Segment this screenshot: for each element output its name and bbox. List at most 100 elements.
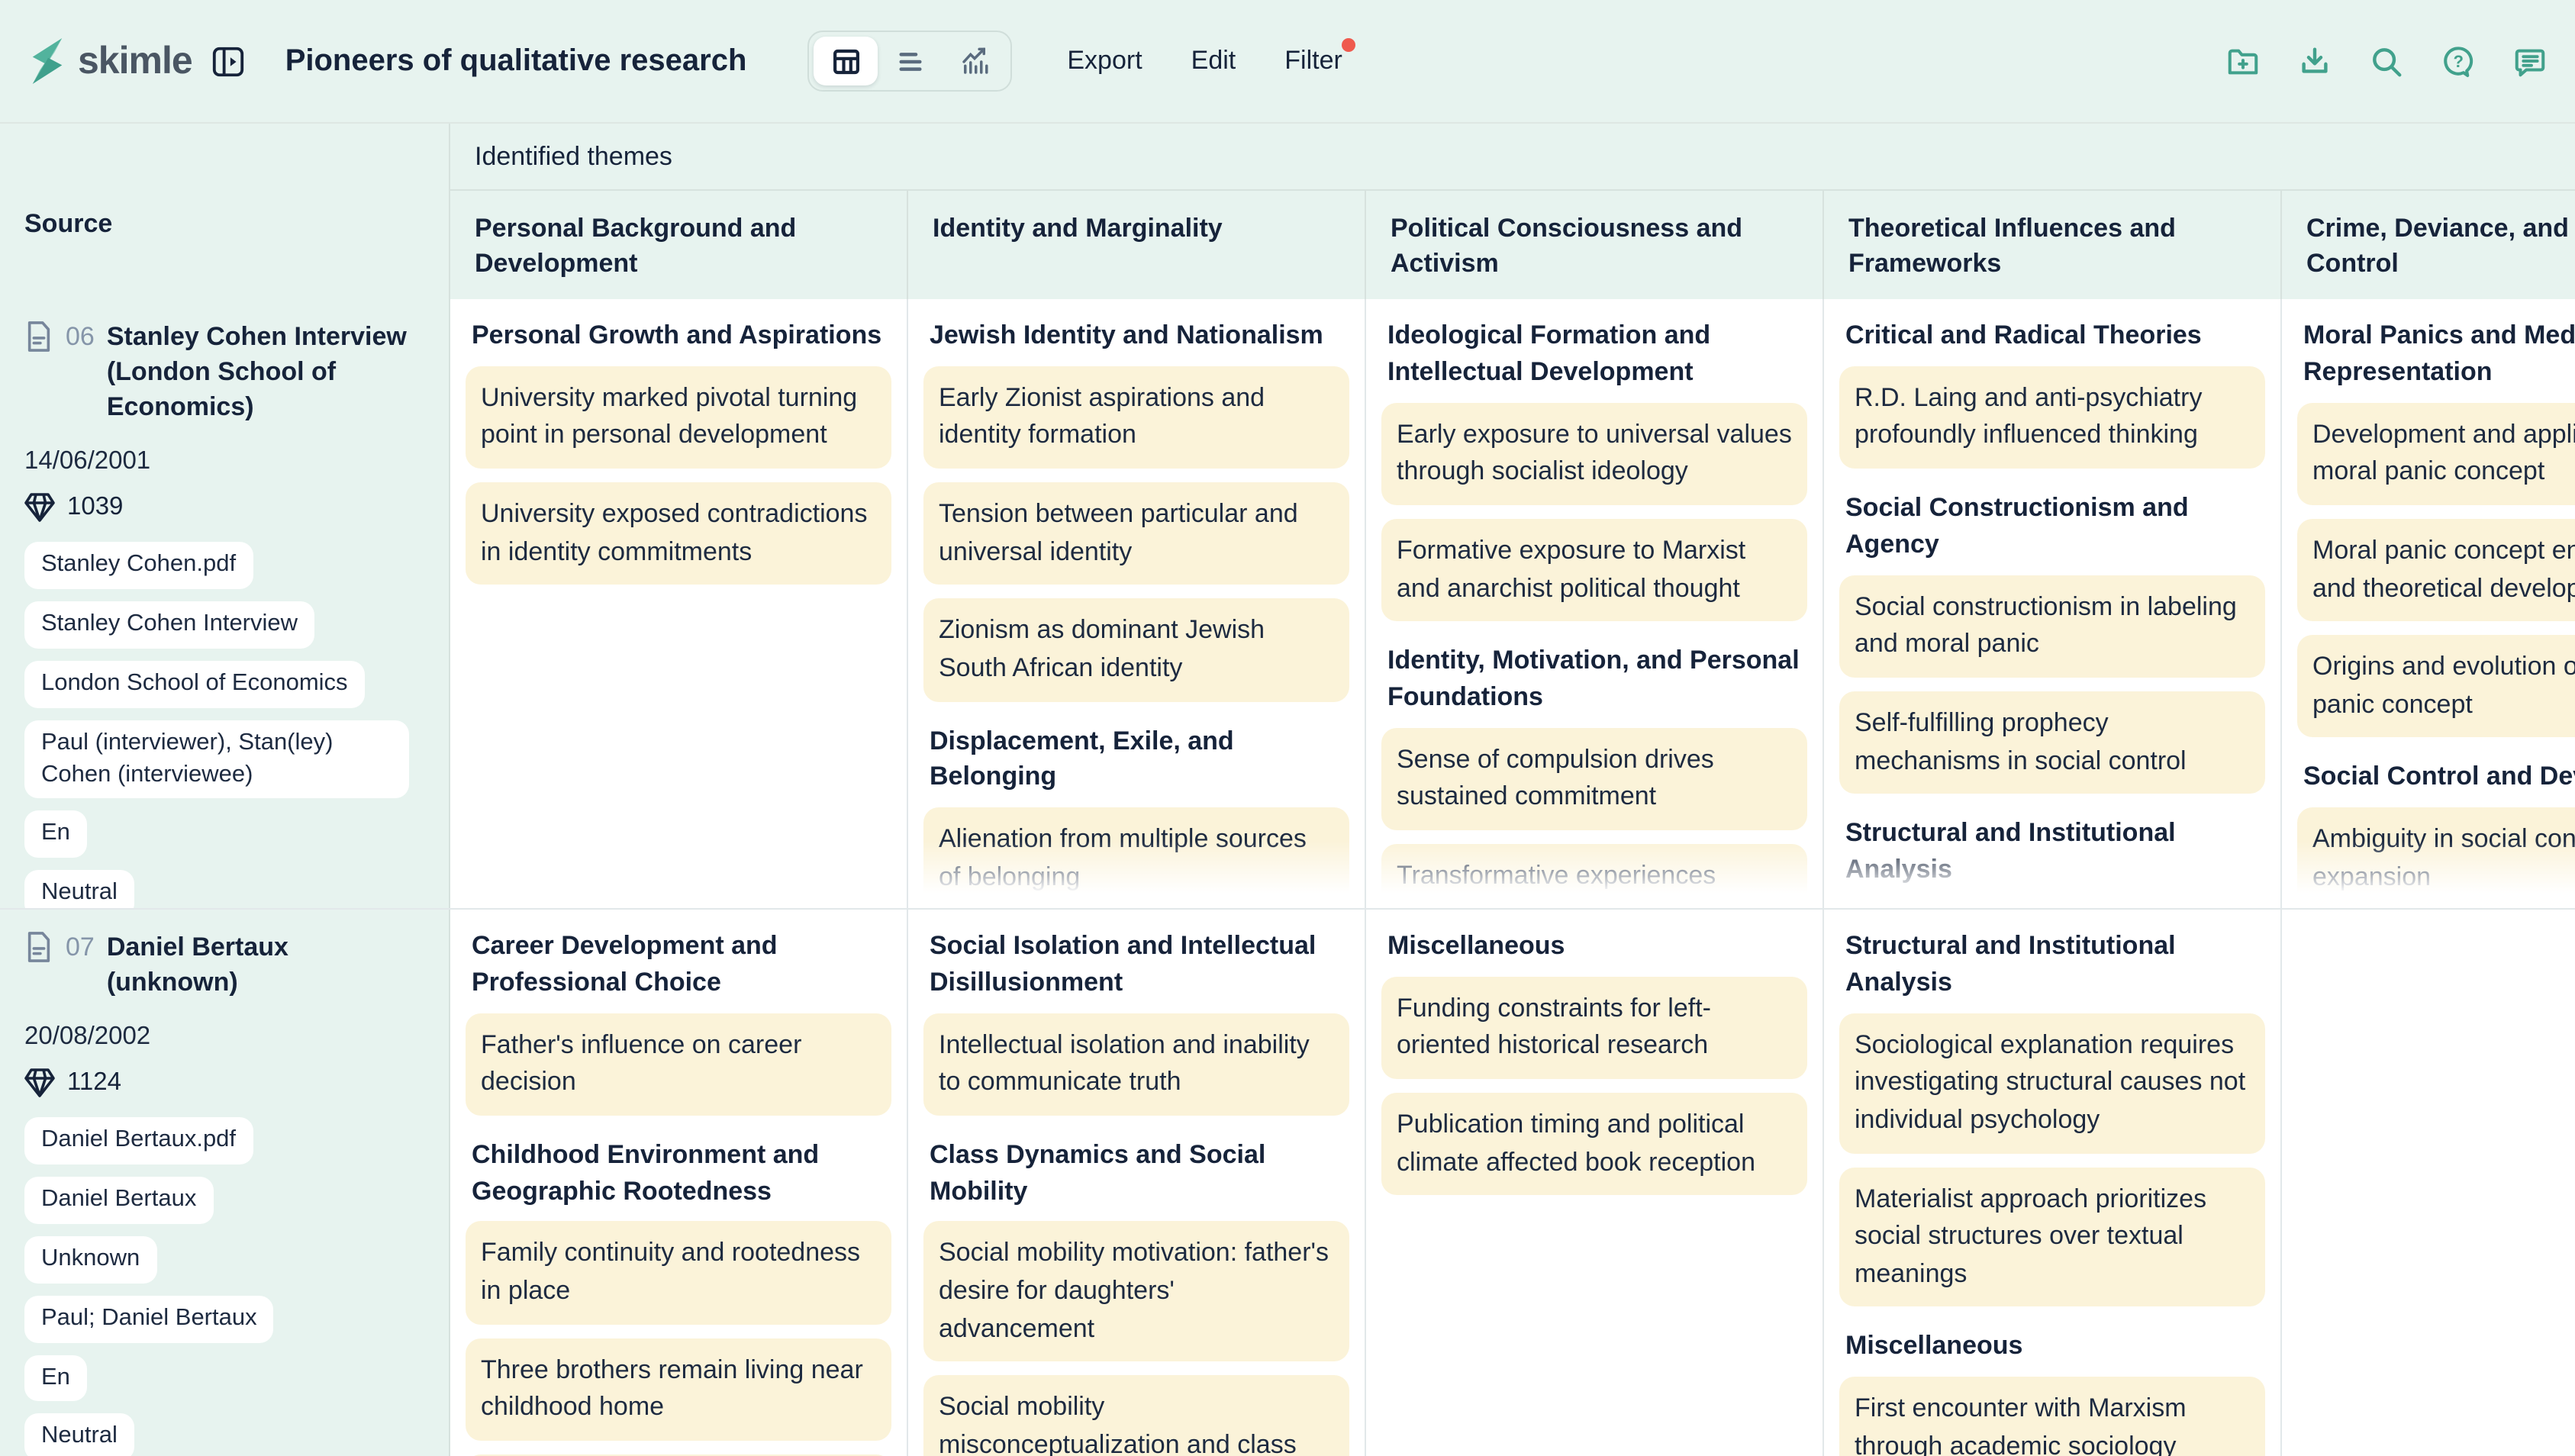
theme-highlight[interactable]: Funding constraints for left-oriented hi… bbox=[1381, 977, 1807, 1080]
filter-badge bbox=[1342, 38, 1356, 52]
chart-view-icon bbox=[958, 45, 990, 77]
themes-table: Source Identified themes Personal Backgr… bbox=[0, 122, 2575, 1456]
theme-highlight[interactable]: Social mobility misconceptualization and… bbox=[923, 1376, 1349, 1456]
theme-heading: Moral Panics and Media Representation bbox=[2303, 317, 2575, 390]
theme-highlight[interactable]: Tension between particular and universal… bbox=[923, 482, 1349, 585]
theme-highlight[interactable]: Social mobility motivation: father's des… bbox=[923, 1222, 1349, 1362]
source-header-cell: Source bbox=[0, 124, 450, 299]
app-logo[interactable]: skimle bbox=[27, 38, 192, 84]
source-tag[interactable]: En bbox=[24, 811, 87, 858]
theme-highlight[interactable]: Self-fulfilling prophecy mechanisms in s… bbox=[1839, 691, 2265, 794]
help-icon[interactable]: ? bbox=[2441, 43, 2476, 79]
theme-highlight[interactable]: Transformative experiences shape lifelon… bbox=[1381, 844, 1807, 908]
theme-cell: Personal Growth and Aspirations Universit… bbox=[450, 299, 908, 908]
theme-highlight[interactable]: Alienation from multiple sources of belo… bbox=[923, 807, 1349, 908]
theme-heading: Personal Growth and Aspirations bbox=[472, 317, 885, 354]
source-tag[interactable]: Paul (interviewer), Stan(ley) Cohen (int… bbox=[24, 720, 409, 799]
column-header: Political Consciousness and Activism bbox=[1366, 191, 1824, 299]
theme-highlight[interactable]: Ambiguity in social control expansion bbox=[2297, 807, 2575, 908]
theme-heading: Structural and Institutional Analysis bbox=[1845, 928, 2259, 1000]
theme-highlight[interactable]: Origins and evolution of moral panic con… bbox=[2297, 635, 2575, 738]
theme-cell bbox=[2282, 910, 2575, 1456]
theme-cell: Jewish Identity and NationalismEarly Zio… bbox=[908, 299, 1366, 908]
table-view-icon bbox=[830, 45, 862, 77]
theme-highlight[interactable]: Publication timing and political climate… bbox=[1381, 1093, 1807, 1196]
top-right-icons: ? bbox=[2225, 43, 2548, 79]
source-cell[interactable]: 07Daniel Bertaux (unknown)20/08/20021124… bbox=[0, 910, 450, 1456]
app-window: skimle Pioneers of qualitative research bbox=[0, 0, 2575, 1456]
gem-icon bbox=[24, 1067, 55, 1099]
theme-cell: MiscellaneousFunding constraints for lef… bbox=[1366, 910, 1824, 1456]
top-bar: skimle Pioneers of qualitative research bbox=[0, 0, 2575, 122]
svg-text:?: ? bbox=[2453, 51, 2463, 70]
table-view-button[interactable] bbox=[814, 37, 878, 85]
theme-highlight[interactable]: Early exposure to universal values throu… bbox=[1381, 402, 1807, 505]
theme-highlight[interactable]: Materialist approach prioritizes social … bbox=[1839, 1167, 2265, 1307]
source-tag[interactable]: Unknown bbox=[24, 1235, 156, 1283]
page-title: Pioneers of qualitative research bbox=[285, 43, 747, 79]
theme-highlight[interactable]: Social constructionism in labeling and m… bbox=[1839, 575, 2265, 678]
skimle-logo-icon bbox=[27, 38, 67, 84]
toolbar-actions: Export Edit Filter bbox=[1067, 46, 1342, 76]
source-cell[interactable]: 06 Stanley Cohen Interview (London School… bbox=[0, 299, 450, 908]
theme-highlight[interactable]: Formative exposure to Marxist and anarch… bbox=[1381, 519, 1807, 622]
source-tag[interactable]: Neutral bbox=[24, 871, 134, 908]
theme-heading: Displacement, Exile, and Belonging bbox=[930, 723, 1343, 795]
theme-highlight[interactable]: University exposed contradictions in ide… bbox=[466, 482, 891, 585]
source-tag[interactable]: Paul; Daniel Bertaux bbox=[24, 1295, 274, 1342]
theme-heading: Structural and Institutional Analysis bbox=[1845, 815, 2259, 887]
source-header-label: Source bbox=[24, 209, 112, 240]
theme-heading: Childhood Environment and Geographic Roo… bbox=[472, 1137, 885, 1210]
add-folder-icon[interactable] bbox=[2225, 43, 2261, 79]
theme-highlight[interactable]: Sense of compulsion drives sustained com… bbox=[1381, 728, 1807, 831]
comments-icon[interactable] bbox=[2512, 43, 2548, 79]
theme-heading: Social Constructionism and Agency bbox=[1845, 490, 2259, 562]
theme-highlight[interactable]: R.D. Laing and anti-psychiatry profoundl… bbox=[1839, 366, 2265, 469]
column-header: Personal Background and Development bbox=[450, 191, 908, 299]
source-tag[interactable]: Daniel Bertaux bbox=[24, 1177, 213, 1224]
source-tag[interactable]: Daniel Bertaux.pdf bbox=[24, 1117, 253, 1164]
theme-highlight[interactable]: Early Zionist aspirations and identity f… bbox=[923, 366, 1349, 469]
column-header: Theoretical Influences and Frameworks bbox=[1824, 191, 2282, 299]
theme-highlight[interactable]: Sociological explanation requires invest… bbox=[1839, 1013, 2265, 1153]
theme-highlight[interactable]: Three brothers remain living near childh… bbox=[466, 1338, 891, 1442]
source-tag[interactable]: Stanley Cohen Interview bbox=[24, 601, 314, 648]
themes-header-group: Identified themes Personal Background an… bbox=[450, 124, 2575, 299]
source-tag[interactable]: Stanley Cohen.pdf bbox=[24, 542, 253, 589]
source-tag[interactable]: Neutral bbox=[24, 1414, 134, 1456]
document-icon bbox=[24, 931, 53, 963]
theme-highlight[interactable]: Father's influence on career decision bbox=[466, 1013, 891, 1116]
list-view-button[interactable] bbox=[878, 37, 942, 85]
source-title: Stanley Cohen Interview (London School o… bbox=[107, 321, 424, 426]
theme-heading: Identity, Motivation, and Personal Found… bbox=[1387, 643, 1801, 715]
download-icon[interactable] bbox=[2297, 43, 2332, 79]
theme-highlight[interactable]: Development and application of moral pan… bbox=[2297, 402, 2575, 505]
theme-highlight[interactable]: Moral panic concept endurance and theore… bbox=[2297, 519, 2575, 622]
theme-highlight[interactable]: University marked pivotal turning point … bbox=[466, 366, 891, 469]
source-tag[interactable]: En bbox=[24, 1355, 87, 1402]
group-header: Identified themes bbox=[450, 124, 2575, 191]
export-button[interactable]: Export bbox=[1067, 46, 1142, 76]
source-number: 06 bbox=[66, 321, 95, 356]
theme-cell: Career Development and Professional Choi… bbox=[450, 910, 908, 1456]
theme-heading: Career Development and Professional Choi… bbox=[472, 928, 885, 1000]
theme-highlight[interactable]: Zionism as dominant Jewish South African… bbox=[923, 599, 1349, 702]
column-header: Crime, Deviance, and Social Control bbox=[2282, 191, 2575, 299]
theme-highlight[interactable]: Intellectual isolation and inability to … bbox=[923, 1013, 1349, 1116]
sidebar-toggle-button[interactable] bbox=[211, 43, 246, 79]
gem-count: 1124 bbox=[24, 1067, 424, 1099]
theme-highlight[interactable]: First encounter with Marxism through aca… bbox=[1839, 1377, 2265, 1456]
theme-cell: Critical and Radical TheoriesR.D. Laing … bbox=[1824, 299, 2282, 908]
search-icon[interactable] bbox=[2369, 43, 2404, 79]
edit-button[interactable]: Edit bbox=[1191, 46, 1236, 76]
filter-button[interactable]: Filter bbox=[1284, 46, 1342, 76]
theme-cell: Ideological Formation and Intellectual D… bbox=[1366, 299, 1824, 908]
theme-highlight[interactable]: Family continuity and rootedness in plac… bbox=[466, 1222, 891, 1325]
theme-heading: Social Isolation and Intellectual Disill… bbox=[930, 928, 1343, 1000]
source-tags: Daniel Bertaux.pdf Daniel Bertaux Unknown P… bbox=[24, 1117, 424, 1456]
table-header: Source Identified themes Personal Backgr… bbox=[0, 124, 2575, 299]
source-tags: Stanley Cohen.pdf Stanley Cohen Interview… bbox=[24, 542, 424, 908]
column-headers: Personal Background and Development Iden… bbox=[450, 191, 2575, 299]
source-tag[interactable]: London School of Economics bbox=[24, 660, 365, 707]
chart-view-button[interactable] bbox=[942, 37, 1006, 85]
